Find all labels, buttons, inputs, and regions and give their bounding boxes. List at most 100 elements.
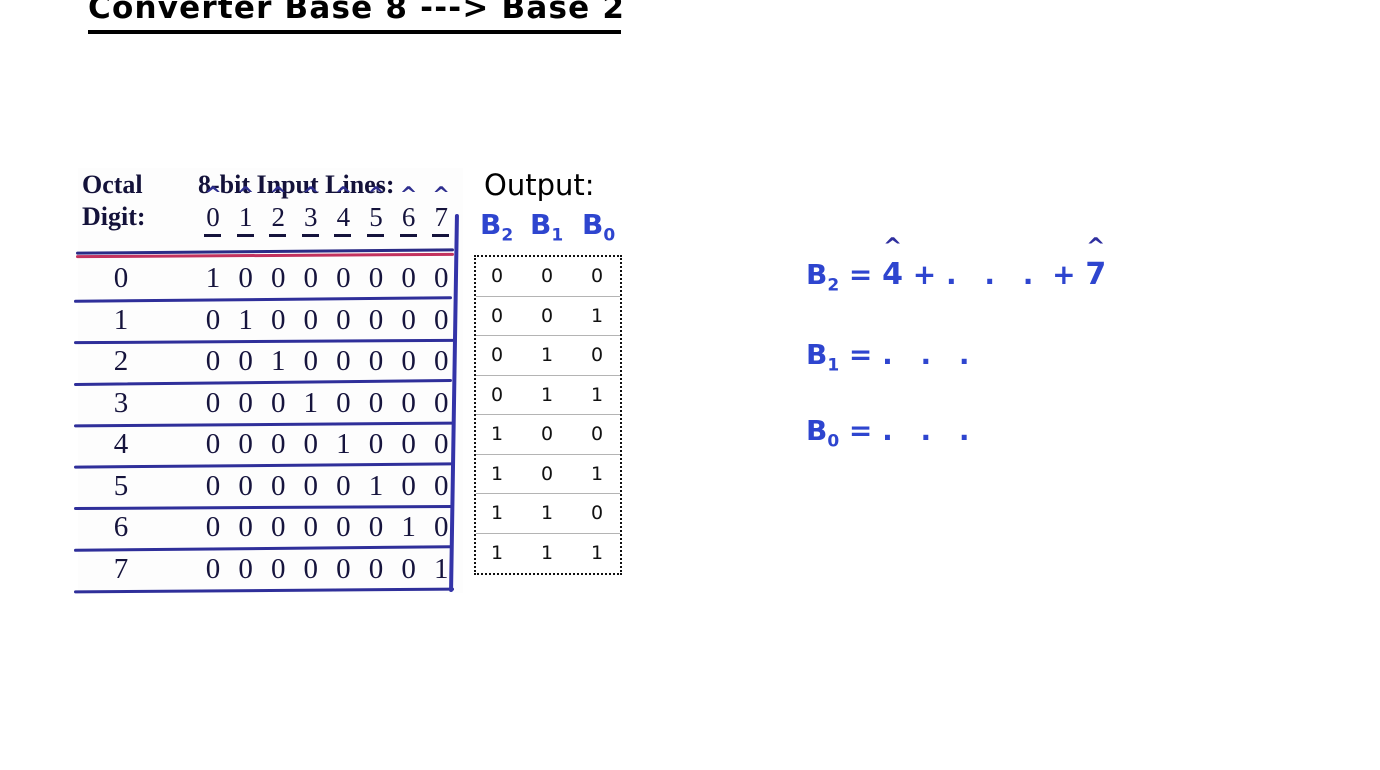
- input-line-number-0: 0: [206, 202, 220, 232]
- input-bit: 0: [238, 469, 253, 502]
- table-row: 300010000: [78, 385, 463, 427]
- input-bit: 0: [238, 552, 253, 585]
- output-bit: 1: [490, 423, 504, 445]
- octal-header-line2: Digit:: [82, 202, 146, 231]
- input-bit: 0: [270, 428, 286, 460]
- output-bit: 1: [540, 383, 554, 406]
- input-bit: 1: [368, 469, 384, 502]
- output-table-row: 1 0 0: [476, 415, 620, 455]
- input-bit: 0: [303, 511, 319, 543]
- output-table: 0 0 0 0 0 1 0 1 0 0 1 1 1 0 0 1 0 1 1 1 0 1 1 1: [474, 255, 622, 575]
- octal-header-line1: Octal: [82, 170, 143, 199]
- output-table-row: 0 1 1: [476, 376, 620, 415]
- input-bit: 0: [336, 552, 351, 585]
- input-bit: 0: [401, 428, 416, 460]
- input-bit: 0: [368, 262, 384, 294]
- input-bit: 0: [205, 552, 221, 585]
- equation-term-4: ^ 4: [882, 234, 904, 292]
- input-bit: 0: [270, 262, 286, 294]
- input-bit: 0: [303, 469, 319, 502]
- table-row: 101000000: [78, 302, 463, 344]
- input-line-underline-1: [236, 234, 254, 237]
- input-bit: 0: [401, 469, 416, 502]
- output-bit: 0: [540, 265, 554, 287]
- input-bit: 0: [336, 511, 351, 543]
- output-bit: 0: [590, 344, 604, 366]
- octal-digit-0: 0: [113, 262, 129, 294]
- input-bit: 1: [401, 511, 416, 543]
- input-bit: 0: [270, 386, 286, 419]
- output-bit: 1: [540, 344, 554, 366]
- ellipsis: . . .: [946, 258, 1043, 291]
- output-bit: 0: [490, 265, 504, 287]
- output-label: Output:: [484, 168, 595, 202]
- input-line-underline-5: [367, 234, 384, 237]
- output-header-B2: B2: [480, 208, 514, 246]
- input-bit: 0: [270, 303, 286, 336]
- input-line-underline-7: [432, 234, 450, 237]
- input-bit: 0: [368, 552, 384, 585]
- output-header-B1: B1: [530, 208, 564, 246]
- output-bit: 0: [490, 344, 504, 366]
- input-bit: 0: [303, 303, 319, 336]
- input-bit: 0: [205, 386, 221, 419]
- equation-B2: B2 = ^ 4 + . . . + ^ 7: [806, 234, 1107, 303]
- equation-lhs: B1: [806, 338, 840, 376]
- input-bit: 0: [401, 552, 416, 585]
- input-line-underline-0: [204, 234, 221, 237]
- input-bit: 0: [270, 511, 286, 543]
- output-bit: 1: [490, 502, 504, 524]
- truth-table-scan: Octal Digit: 8-bit Input Lines: ^ 0 ^ 1 ^ 2 ^ 3…: [73, 168, 463, 593]
- page-title: Converter Base 8 ---> Base 2: [88, 0, 626, 26]
- input-bit: 0: [336, 345, 351, 377]
- output-bit: 0: [590, 423, 604, 445]
- output-header-B0: B0: [582, 208, 616, 246]
- input-bit: 0: [303, 345, 319, 377]
- input-bit: 0: [401, 345, 416, 377]
- ellipsis: . . .: [882, 338, 979, 371]
- input-bit: 0: [336, 469, 351, 502]
- output-bit: 0: [590, 502, 604, 524]
- output-table-row: 0 0 1: [476, 297, 620, 336]
- ellipsis: . . .: [882, 414, 979, 447]
- octal-digit-5: 5: [113, 469, 129, 502]
- equation-B0: B0 = . . .: [806, 414, 979, 459]
- input-line-underline-4: [334, 234, 352, 237]
- input-bit: 1: [205, 262, 221, 294]
- input-bit: 0: [238, 511, 253, 543]
- output-bit: 1: [540, 541, 554, 564]
- input-bit: 0: [433, 262, 449, 294]
- input-line-number-4: 4: [336, 202, 351, 232]
- input-line-underline-6: [399, 234, 417, 237]
- output-bit: 1: [590, 304, 604, 327]
- output-table-row: 1 0 1: [476, 455, 620, 494]
- input-bit: 0: [433, 303, 449, 336]
- input-bit: 0: [401, 262, 416, 294]
- input-bit: 0: [205, 511, 221, 543]
- output-table-row: 1 1 0: [476, 494, 620, 534]
- table-row: 700000001: [78, 551, 463, 593]
- input-bit: 1: [238, 303, 253, 336]
- input-bit: 1: [303, 386, 319, 419]
- output-bit: 0: [540, 462, 554, 485]
- input-line-number-7: 7: [434, 202, 448, 232]
- input-bit: 0: [401, 386, 416, 419]
- input-bit: 0: [205, 345, 221, 377]
- equation-B1: B1 = . . .: [806, 338, 979, 383]
- output-bit: 1: [590, 462, 604, 485]
- hat-icon: ^: [1086, 234, 1106, 260]
- octal-digit-6: 6: [113, 511, 129, 543]
- octal-digit-1: 1: [113, 303, 129, 336]
- title-underline: [88, 30, 621, 34]
- output-table-row: 1 1 1: [476, 534, 620, 574]
- equation-term-7: ^ 7: [1085, 234, 1107, 292]
- output-bit: 1: [540, 502, 554, 524]
- input-bit: 0: [270, 469, 286, 502]
- octal-digit-7: 7: [113, 552, 129, 585]
- input-bit: 0: [401, 303, 416, 336]
- input-bit: 0: [368, 386, 384, 419]
- octal-digit-4: 4: [113, 428, 129, 460]
- input-bit: 0: [368, 303, 384, 336]
- octal-digit-2: 2: [113, 345, 129, 377]
- equals-sign: =: [839, 338, 883, 371]
